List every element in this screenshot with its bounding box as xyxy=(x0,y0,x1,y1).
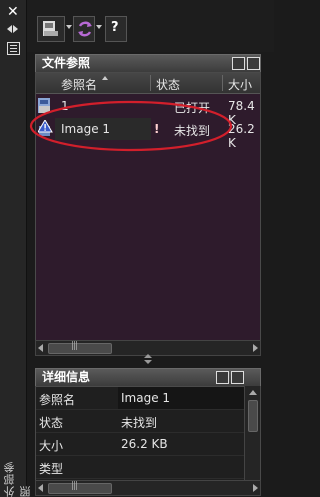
details-horizontal-scrollbar[interactable] xyxy=(35,480,261,496)
sort-ascending-icon xyxy=(102,76,108,80)
preview-icon[interactable] xyxy=(231,371,244,384)
column-separator[interactable] xyxy=(150,75,151,91)
detail-row: 类型 xyxy=(36,456,244,479)
detail-key: 状态 xyxy=(39,416,64,430)
attach-dwg-icon xyxy=(43,21,58,36)
details-properties: 参照名 Image 1 状态 未找到 大小 26.2 KB 类型 xyxy=(35,386,261,482)
refresh-button[interactable] xyxy=(73,16,95,42)
help-icon: ? xyxy=(111,20,119,35)
column-name[interactable]: 参照名 xyxy=(61,76,97,93)
detail-value-cell: 未找到 xyxy=(118,410,244,432)
column-header: 参照名 状态 大小 xyxy=(36,73,260,94)
refresh-icon xyxy=(78,21,92,37)
properties-toggle-icon[interactable] xyxy=(7,42,20,55)
help-button[interactable]: ? xyxy=(105,16,127,42)
file-references-title[interactable]: 文件参照 xyxy=(35,54,261,73)
scroll-right-icon[interactable] xyxy=(253,344,258,352)
file-references-list[interactable]: 参照名 状态 大小 1 已打开 78.4 K Image 1 ! 未找到 26.… xyxy=(35,72,261,342)
reference-name: 1 xyxy=(61,99,69,113)
details-title-text: 详细信息 xyxy=(42,370,91,384)
detail-value-cell: 26.2 KB xyxy=(118,433,244,455)
reference-row[interactable]: 1 已打开 78.4 K xyxy=(36,95,260,127)
detail-value: 26.2 KB xyxy=(121,437,168,451)
detail-row: 状态 未找到 xyxy=(36,410,244,433)
drawing-icon xyxy=(38,98,50,113)
detail-key: 大小 xyxy=(39,439,64,453)
image-warning-icon xyxy=(38,120,53,136)
file-references-title-text: 文件参照 xyxy=(42,56,91,70)
detail-value-cell[interactable]: Image 1 xyxy=(118,387,244,409)
scrollbar-thumb[interactable] xyxy=(48,481,112,494)
detail-row: 大小 26.2 KB xyxy=(36,433,244,456)
panel-splitter-handle[interactable] xyxy=(144,354,152,364)
list-view-icon[interactable] xyxy=(232,57,245,70)
properties-icon[interactable] xyxy=(216,371,229,384)
refresh-dropdown-arrow[interactable] xyxy=(96,25,102,29)
scroll-left-icon[interactable] xyxy=(38,484,43,492)
detail-value-cell xyxy=(118,456,244,478)
scroll-right-icon[interactable] xyxy=(253,484,258,492)
palette-side-strip: ✕ 外部参照 xyxy=(0,0,32,497)
toolbar: ? xyxy=(27,0,274,52)
auto-hide-icon[interactable] xyxy=(6,24,19,34)
column-status[interactable]: 状态 xyxy=(156,76,180,93)
scroll-up-icon[interactable] xyxy=(249,390,257,395)
detail-key: 类型 xyxy=(39,462,64,476)
attach-dropdown-arrow[interactable] xyxy=(66,25,72,29)
details-vertical-scrollbar[interactable] xyxy=(244,386,260,480)
tree-view-icon[interactable] xyxy=(247,57,260,70)
close-icon[interactable]: ✕ xyxy=(7,4,19,20)
palette-title: 外部参照 xyxy=(3,461,32,497)
missing-warning-flag: ! xyxy=(154,122,160,136)
detail-value: 未找到 xyxy=(121,416,158,430)
detail-row: 参照名 Image 1 xyxy=(36,387,244,410)
scrollbar-thumb[interactable] xyxy=(248,400,258,432)
details-title[interactable]: 详细信息 xyxy=(35,368,261,387)
reference-name: Image 1 xyxy=(61,122,111,136)
reference-size: 26.2 K xyxy=(228,122,255,150)
column-separator[interactable] xyxy=(222,75,223,91)
scrollbar-thumb[interactable] xyxy=(48,341,112,354)
detail-key: 参照名 xyxy=(39,393,76,407)
column-size[interactable]: 大小 xyxy=(228,76,252,93)
attach-dwg-button[interactable] xyxy=(37,16,65,42)
reference-status: 已打开 xyxy=(174,101,211,115)
reference-status: 未找到 xyxy=(174,124,211,138)
detail-value: Image 1 xyxy=(121,391,171,405)
scroll-left-icon[interactable] xyxy=(38,344,43,352)
reference-row[interactable]: Image 1 ! 未找到 26.2 K xyxy=(36,118,260,150)
